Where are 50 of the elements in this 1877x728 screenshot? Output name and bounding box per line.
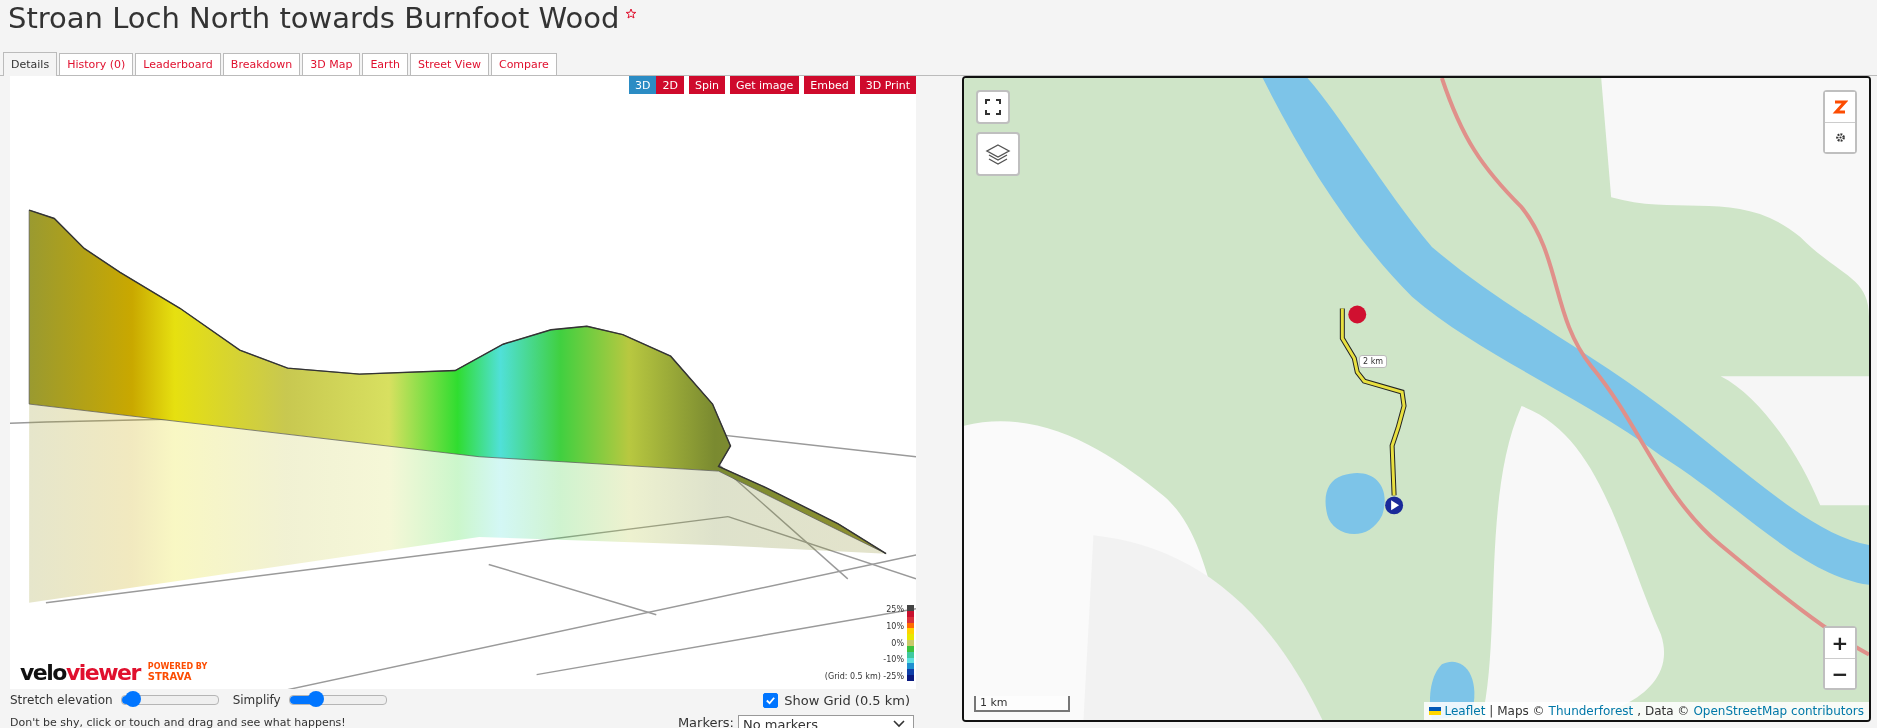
chevron-down-icon xyxy=(893,720,905,728)
tab[interactable]: Earth xyxy=(362,53,408,75)
map-panel[interactable]: 2 km + − 1 km Leaflet | Maps © Thunderforest , Data © OpenStreetMap contributors xyxy=(962,76,1871,722)
layers-button[interactable] xyxy=(976,132,1020,176)
view-mode-button[interactable]: 3D xyxy=(629,76,657,94)
tab[interactable]: Leaderboard xyxy=(135,53,221,75)
page-title: Stroan Loch North towards Burnfoot Wood xyxy=(8,0,620,36)
star-icon[interactable] xyxy=(625,8,638,20)
attribution-link[interactable]: Leaflet xyxy=(1444,704,1486,718)
zigzag-icon xyxy=(1832,99,1848,115)
tab[interactable]: Details xyxy=(3,52,58,76)
legend-label: (Grid: 0.5 km) -25% xyxy=(824,672,904,681)
legend-label: 10% xyxy=(886,621,904,631)
fullscreen-button[interactable] xyxy=(976,90,1010,124)
settings-icon xyxy=(1834,132,1846,143)
tab[interactable]: History (0) xyxy=(59,53,134,75)
attribution-link[interactable]: OpenStreetMap contributors xyxy=(1693,704,1864,718)
tab[interactable]: 3D Map xyxy=(302,53,361,75)
hint-text: Don't be shy, click or touch and drag and see what happens! xyxy=(10,715,346,728)
action-button[interactable]: Get image xyxy=(729,76,800,94)
action-button[interactable]: 3D Print xyxy=(859,76,916,94)
slider-label: Simplify xyxy=(232,693,281,707)
fullscreen-icon xyxy=(985,99,1001,115)
slider-label: Stretch elevation xyxy=(10,693,113,707)
markers-label: Markers: xyxy=(677,714,734,728)
legend-label: 0% xyxy=(891,638,904,648)
checkbox-label: Show Grid (0.5 km) xyxy=(784,692,910,708)
checkbox[interactable] xyxy=(763,692,779,708)
checkmark-icon xyxy=(765,694,777,706)
powered-by-text: POWERED BY xyxy=(147,662,208,671)
partner-logo-text: STRAVA xyxy=(147,671,193,682)
logo-text: veloviewer xyxy=(20,661,140,685)
distance-tooltip: 2 km xyxy=(1359,355,1388,368)
attribution-link[interactable]: Thunderforest xyxy=(1548,704,1634,718)
markers-dropdown[interactable]: No markers xyxy=(738,714,914,728)
zoom-out-button[interactable]: − xyxy=(1825,658,1855,688)
action-button[interactable]: Embed xyxy=(804,76,855,94)
layers-icon xyxy=(985,141,1011,167)
legend-label: -10% xyxy=(883,655,904,665)
flag-icon xyxy=(1428,707,1441,715)
tab[interactable]: Compare xyxy=(490,53,557,75)
action-button[interactable]: Spin xyxy=(688,76,725,94)
attribution-text: | Maps © xyxy=(1489,704,1545,718)
settings-button[interactable] xyxy=(1825,122,1855,152)
legend-label: 25% xyxy=(886,605,904,614)
tab[interactable]: Breakdown xyxy=(222,53,301,75)
attribution-text: , Data © xyxy=(1637,704,1690,718)
view-mode-button[interactable]: 2D xyxy=(656,76,684,94)
scale-bar: 1 km xyxy=(974,696,1070,712)
tab[interactable]: Street View xyxy=(409,53,489,75)
